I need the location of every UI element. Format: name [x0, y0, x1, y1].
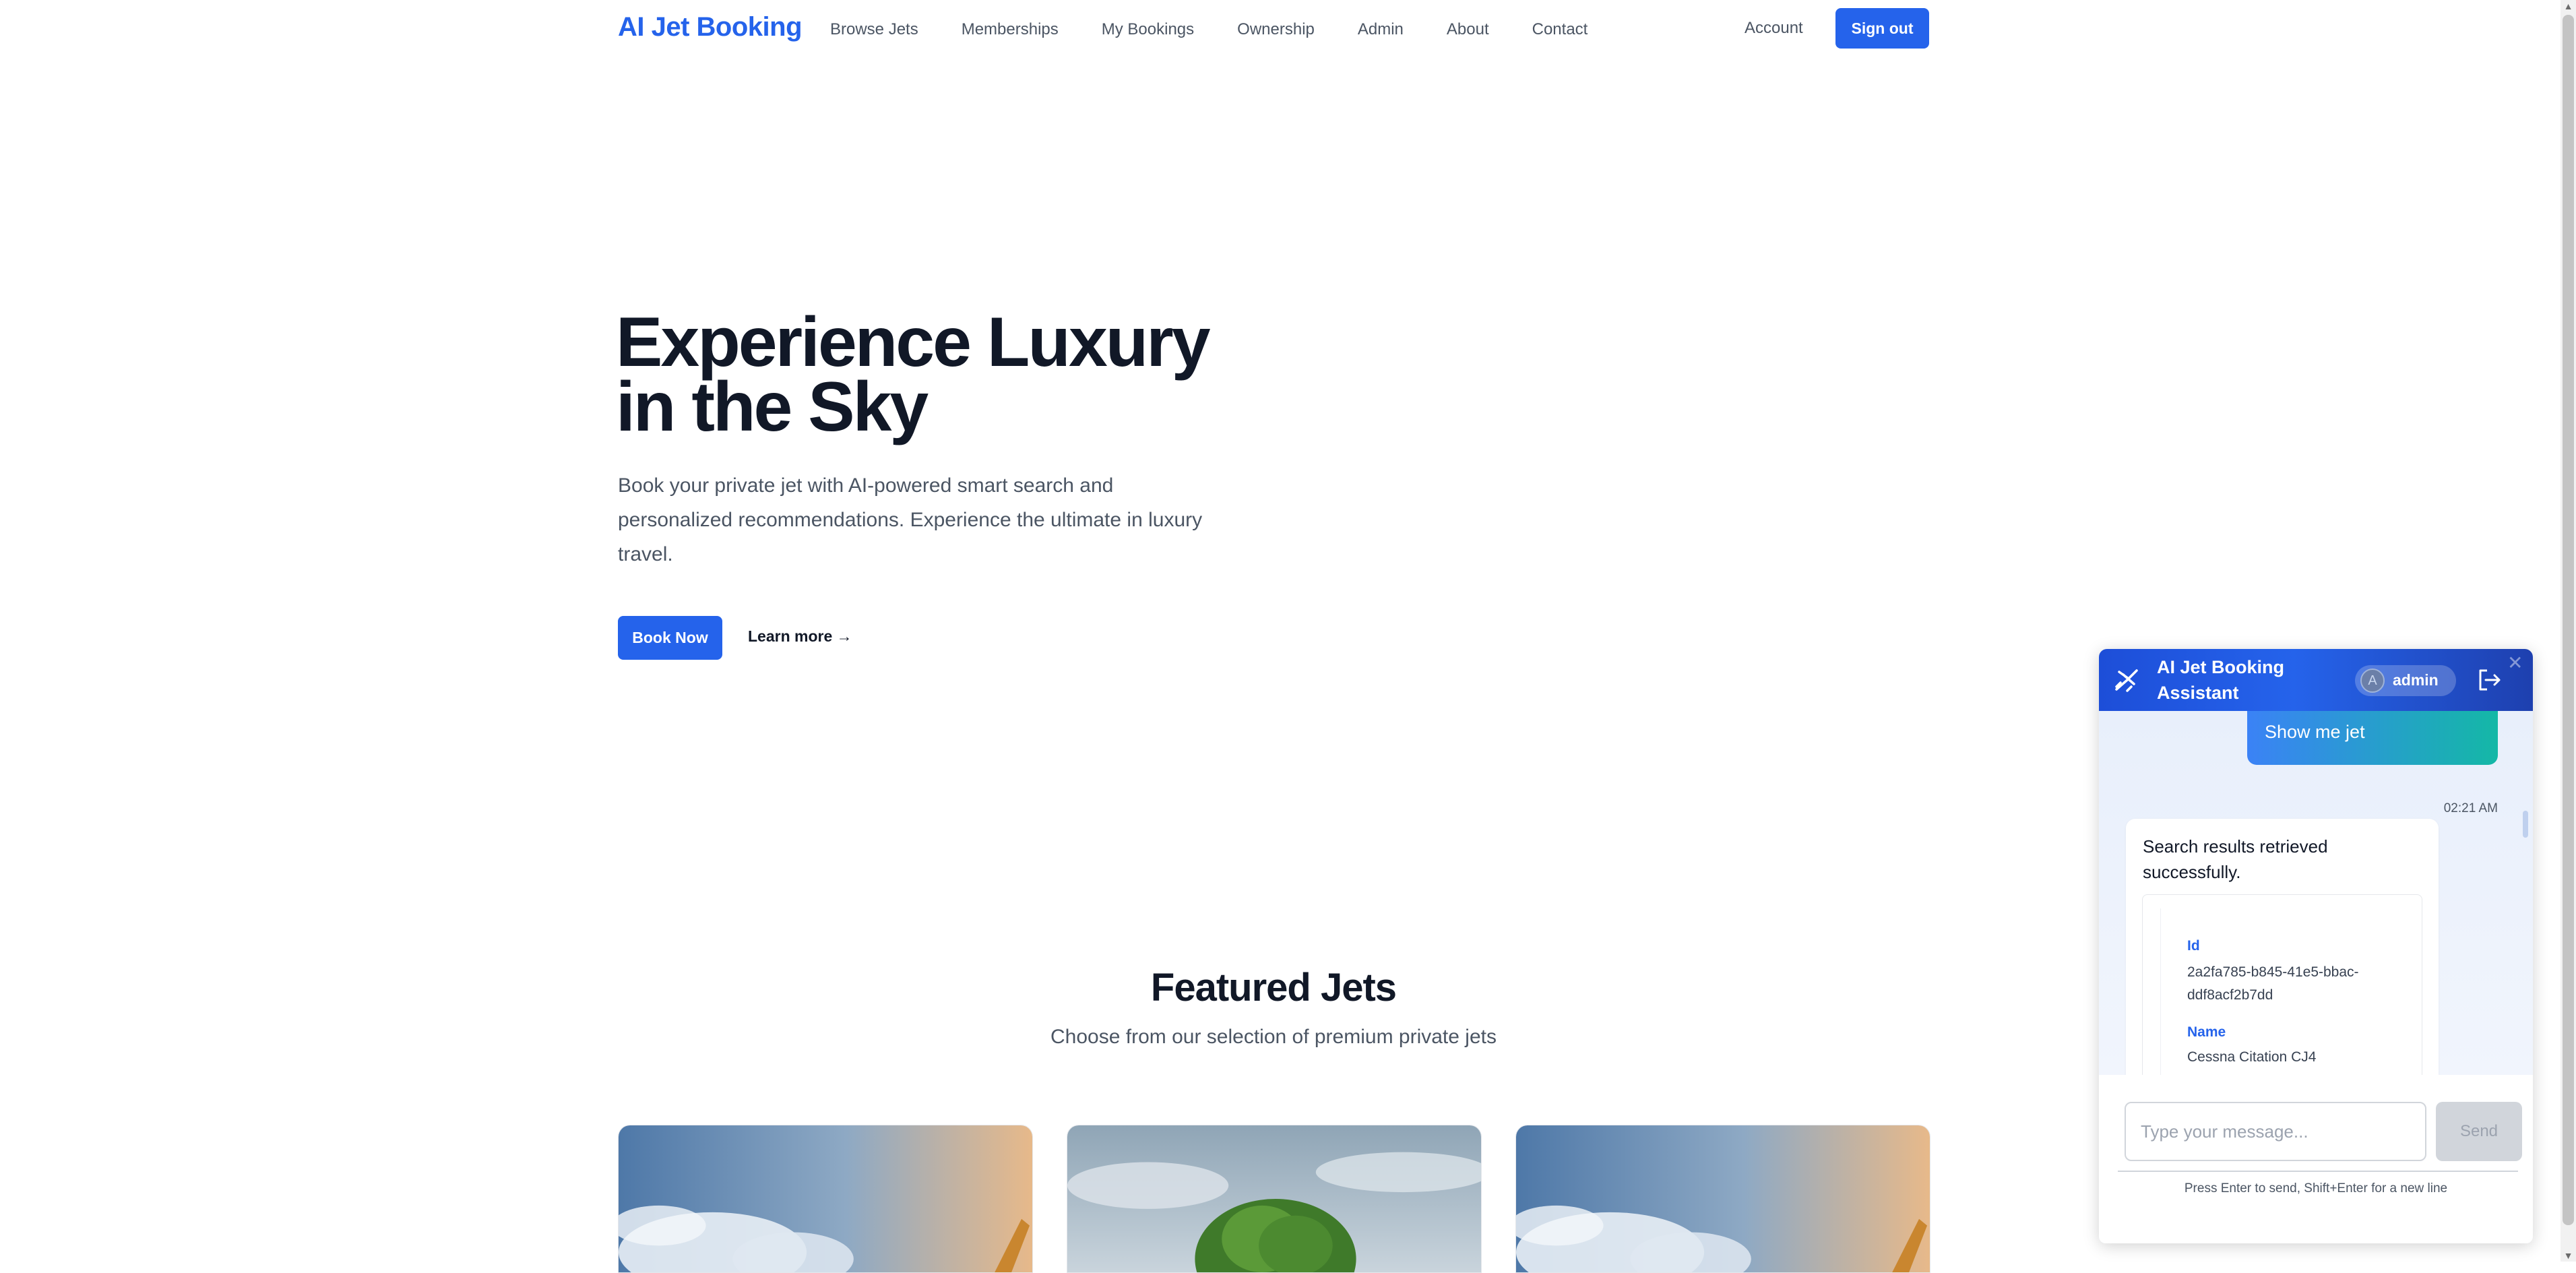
top-navigation: AI Jet Booking Browse Jets Memberships M…	[0, 0, 2561, 58]
scroll-up-icon[interactable]: ▲	[2563, 0, 2574, 12]
result-name-value: Cessna Citation CJ4	[2187, 1049, 2317, 1065]
chat-scrollbar[interactable]	[2521, 711, 2528, 1075]
nav-link-memberships[interactable]: Memberships	[962, 20, 1059, 39]
chat-header: AI Jet Booking Assistant A admin ✕	[2099, 649, 2533, 711]
site-logo[interactable]: AI Jet Booking	[618, 12, 803, 42]
featured-jets-subtitle: Choose from our selection of premium pri…	[1050, 1026, 1497, 1048]
jet-card-image[interactable]	[618, 1125, 1033, 1273]
nav-link-browse-jets[interactable]: Browse Jets	[830, 20, 918, 39]
learn-more-link[interactable]: Learn more →	[748, 627, 852, 646]
result-name-label: Name	[2187, 1024, 2226, 1040]
chat-scrollbar-thumb[interactable]	[2523, 811, 2528, 838]
result-id-label: Id	[2187, 938, 2200, 954]
send-button[interactable]: Send	[2436, 1102, 2522, 1161]
result-id-value: 2a2fa785-b845-41e5-bbac-ddf8acf2b7dd	[2187, 964, 2359, 1003]
nav-link-about[interactable]: About	[1447, 20, 1489, 39]
nav-link-contact[interactable]: Contact	[1532, 20, 1588, 39]
sign-out-button[interactable]: Sign out	[1835, 8, 1929, 49]
hero-title-line-2: in the Sky	[616, 368, 929, 446]
user-name: admin	[2393, 671, 2439, 689]
book-now-button[interactable]: Book Now	[618, 616, 722, 660]
jet-image-sky-clouds	[619, 1125, 1032, 1272]
message-timestamp: 02:21 AM	[2443, 801, 2498, 815]
scroll-down-icon[interactable]: ▼	[2563, 1249, 2574, 1262]
chat-composer: Send Press Enter to send, Shift+Enter fo…	[2099, 1075, 2533, 1243]
assistant-message: Search results retrieved successfully. I…	[2126, 819, 2439, 1111]
plane-icon	[2115, 669, 2138, 692]
nav-links: Browse Jets Memberships My Bookings Owne…	[830, 20, 1631, 39]
jet-card-image[interactable]	[1067, 1125, 1482, 1273]
nav-link-ownership[interactable]: Ownership	[1237, 20, 1315, 39]
page-scrollbar-thumb[interactable]	[2563, 15, 2574, 1225]
chat-widget: AI Jet Booking Assistant A admin ✕ Show …	[2099, 649, 2533, 1243]
assistant-message-text: Search results retrieved successfully.	[2143, 836, 2328, 882]
nav-link-my-bookings[interactable]: My Bookings	[1102, 20, 1194, 39]
account-link[interactable]: Account	[1745, 19, 1803, 38]
hero-title: Experience Luxury in the Sky	[616, 307, 1276, 442]
logout-icon[interactable]	[2476, 666, 2503, 693]
user-badge[interactable]: A admin	[2355, 665, 2456, 696]
hero-subtitle: Book your private jet with AI-powered sm…	[618, 474, 1203, 565]
composer-hint: Press Enter to send, Shift+Enter for a n…	[2184, 1181, 2448, 1196]
jet-image-island	[1067, 1125, 1481, 1272]
nav-link-admin[interactable]: Admin	[1358, 20, 1404, 39]
avatar: A	[2360, 669, 2385, 693]
jet-card-image[interactable]	[1515, 1125, 1930, 1273]
user-message: Show me jet	[2247, 711, 2498, 765]
close-icon[interactable]: ✕	[2507, 652, 2523, 674]
chat-messages[interactable]: Show me jet 02:21 AM Search results retr…	[2099, 711, 2533, 1111]
chat-message-input[interactable]	[2125, 1102, 2426, 1161]
featured-jets-title: Featured Jets	[1150, 966, 1397, 1010]
chat-title: AI Jet Booking Assistant	[2157, 657, 2285, 703]
jet-image-sky-clouds	[1516, 1125, 1930, 1272]
composer-divider	[2118, 1171, 2518, 1172]
